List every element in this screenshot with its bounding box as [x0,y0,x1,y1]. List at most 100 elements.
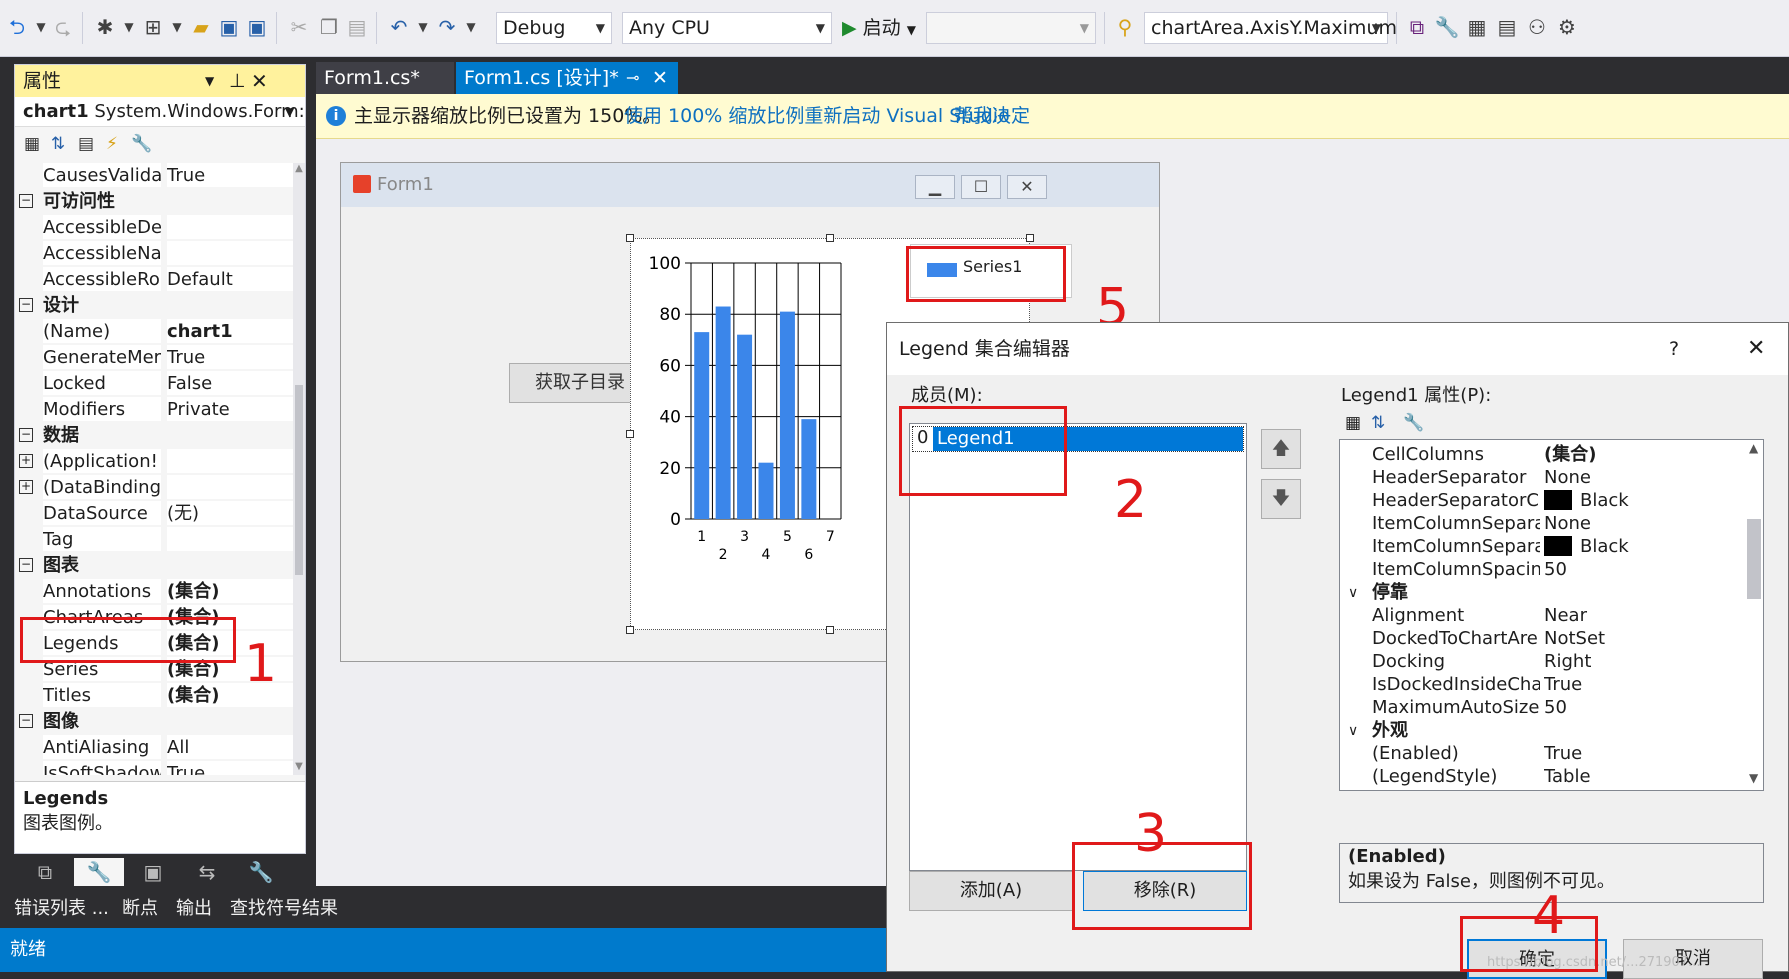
property-row[interactable]: Annotations (集合) [15,579,295,605]
add-button[interactable]: 添加(A) [909,871,1073,911]
tab-properties-icon[interactable]: 🔧 [74,858,124,886]
close-icon[interactable]: ✕ [1747,323,1765,375]
property-row[interactable]: DataSource (无) [15,501,295,527]
restart-link[interactable]: 使用 100% 缩放比例重新启动 Visual Studio [624,94,1010,138]
scroll-up-icon[interactable]: ▲ [293,163,305,174]
tab-find-symbol-results[interactable]: 查找符号结果 [230,894,338,924]
cut-icon[interactable]: ✂ [286,14,312,40]
add-item-dropdown-icon[interactable]: ▼ [164,14,190,40]
new-project-dropdown-icon[interactable]: ▼ [116,14,142,40]
redo-dropdown-icon[interactable]: ▼ [458,14,484,40]
property-value[interactable] [167,215,295,239]
collapse-icon[interactable]: − [19,558,33,572]
property-category[interactable]: − 可访问性 [15,189,295,215]
team-icon[interactable]: ⚇ [1524,14,1550,40]
object-browser-icon[interactable]: ▦ [1464,14,1490,40]
tab-breakpoints[interactable]: 断点 [122,894,158,924]
property-value[interactable]: chart1 [167,319,295,343]
collapse-icon[interactable]: − [19,298,33,312]
property-value[interactable]: Table [1544,764,1734,790]
wrench-icon[interactable]: 🔧 [129,131,155,157]
property-row[interactable]: + (DataBinding [15,475,295,501]
property-row[interactable]: Locked False [15,371,295,397]
resize-handle[interactable] [626,626,634,634]
property-value[interactable]: True [167,761,295,775]
close-icon[interactable]: ✕ [251,65,268,97]
object-selector[interactable]: chart1 System.Windows.Form: ▼ [15,97,305,127]
property-value[interactable] [167,449,295,473]
resize-handle[interactable] [626,430,634,438]
property-value[interactable] [167,475,295,499]
property-value[interactable]: (无) [167,501,295,525]
property-pages-icon[interactable]: ▤ [73,131,99,157]
scroll-down-icon[interactable]: ▼ [1749,771,1758,785]
scrollbar-thumb[interactable] [295,385,303,575]
property-value[interactable]: False [167,371,295,395]
save-all-icon[interactable]: ▣ [244,14,270,40]
alphabetical-icon[interactable]: ⇅ [1371,413,1385,433]
property-row[interactable]: AntiAliasing All [15,735,295,761]
wrench-icon[interactable]: 🔧 [1403,413,1424,433]
tab-solution-explorer-icon[interactable]: ⧉ [20,858,70,886]
undo-dropdown-icon[interactable]: ▼ [410,14,436,40]
collapse-icon[interactable]: − [19,714,33,728]
toolbox-icon[interactable]: ▤ [1494,14,1520,40]
property-row[interactable]: Modifiers Private [15,397,295,423]
collapse-icon[interactable]: − [19,428,33,442]
expand-icon[interactable]: + [19,454,33,468]
scroll-down-icon[interactable]: ▼ [293,761,305,772]
property-row[interactable]: CausesValida True [15,163,295,189]
tab-class-view-icon[interactable]: ▣ [128,858,178,886]
categorized-icon[interactable]: ▦ [19,131,45,157]
tab-output[interactable]: 输出 [176,894,212,924]
find-icon[interactable]: ⚲ [1112,14,1138,40]
forward-icon[interactable]: ⮎ [50,14,76,40]
config-select[interactable]: Debug ▼ [496,12,612,44]
pin-icon[interactable]: ⊥ [229,65,246,97]
resize-handle[interactable] [826,626,834,634]
property-value[interactable]: Private [167,397,295,421]
copy-icon[interactable]: ❐ [316,14,342,40]
decide-link[interactable]: 帮我决定 [954,94,1030,138]
open-folder-icon[interactable]: ▰ [188,14,214,40]
new-project-icon[interactable]: ✱ [92,14,118,40]
move-up-button[interactable]: 🡅 [1261,429,1301,469]
find-combo[interactable]: chartArea.AxisY.Maximum ▼ [1144,12,1397,44]
property-category[interactable]: − 图表 [15,553,295,579]
property-value[interactable]: Default [167,267,295,291]
property-row[interactable]: + (Application! [15,449,295,475]
target-select[interactable]: ▼ [926,12,1096,44]
resize-handle[interactable] [826,234,834,242]
start-button[interactable]: ▶ 启动 ▼ [842,14,916,42]
alphabetical-icon[interactable]: ⇅ [45,131,71,157]
property-row[interactable]: (LegendStyle) Table [1340,764,1735,790]
close-icon[interactable]: ✕ [652,62,668,94]
chevron-down-icon[interactable]: ▼ [205,65,214,97]
property-value[interactable]: (集合) [167,579,295,603]
property-row[interactable]: AccessibleDe [15,215,295,241]
property-value[interactable]: True [167,345,295,369]
tab-form1-cs[interactable]: Form1.cs* [316,62,454,94]
property-value[interactable] [167,527,295,551]
collapse-icon[interactable]: − [19,194,33,208]
redo-icon[interactable]: ↷ [434,14,460,40]
property-value[interactable] [167,241,295,265]
solution-explorer-icon[interactable]: ⧉ [1404,14,1430,40]
tab-git-icon[interactable]: ⇆ [182,858,232,886]
property-category[interactable]: − 图像 [15,709,295,735]
tab-wrench-icon[interactable]: 🔧 [236,858,286,886]
categorized-icon[interactable]: ▦ [1345,413,1361,433]
paste-icon[interactable]: ▤ [344,14,370,40]
back-icon[interactable]: ⮌ [4,14,30,40]
property-category[interactable]: − 设计 [15,293,295,319]
resize-handle[interactable] [626,234,634,242]
save-icon[interactable]: ▣ [216,14,242,40]
property-row[interactable]: AccessibleRo Default [15,267,295,293]
tab-error-list[interactable]: 错误列表 ... [14,894,109,924]
property-value[interactable]: All [167,735,295,759]
expand-icon[interactable]: + [19,480,33,494]
property-row[interactable]: (Name) chart1 [15,319,295,345]
pin-icon[interactable]: ⊸ [626,62,639,94]
property-category[interactable]: − 数据 [15,423,295,449]
property-row[interactable]: AccessibleNa [15,241,295,267]
